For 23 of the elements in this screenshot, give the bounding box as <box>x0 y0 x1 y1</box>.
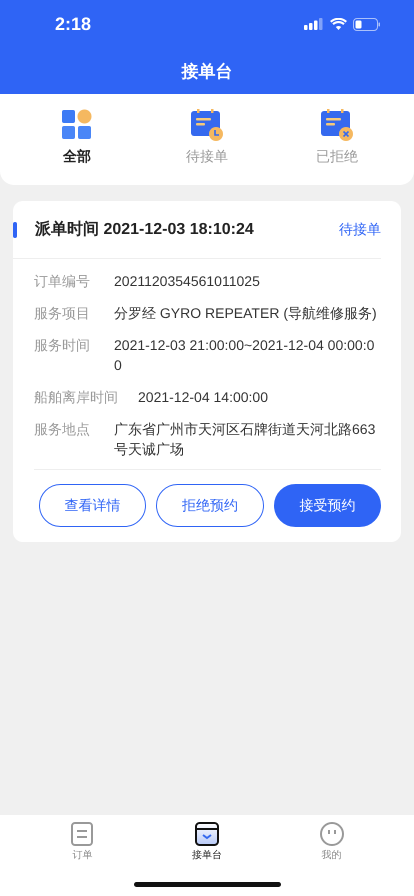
accept-button[interactable]: 接受预约 <box>274 484 381 527</box>
tab[interactable]: 已拒绝 <box>287 94 387 185</box>
field-label: 服务时间 <box>34 336 91 355</box>
field-value: 广东省广州市天河区石牌街道天河北路663号天诚广场 <box>114 420 376 459</box>
field-value: 2021120354561011025 <box>114 272 260 291</box>
field-label: 服务地点 <box>34 420 91 439</box>
dispatch-time: 派单时间 2021-12-03 18:10:24 <box>35 220 255 240</box>
page-title: 接单台 <box>182 60 232 82</box>
field-label: 船舶离岸时间 <box>34 388 118 407</box>
field-label: 服务项目 <box>34 304 91 323</box>
field-value: 2021-12-03 21:00:00~2021-12-04 00:00:00 <box>114 336 376 375</box>
order-status: 待接单 <box>339 220 381 238</box>
nav-item[interactable]: 我的 <box>292 815 372 896</box>
field-label: 订单编号 <box>34 272 91 291</box>
nav-item[interactable]: 订单 <box>42 815 122 896</box>
nav-item[interactable]: 接单台 <box>166 815 247 896</box>
tab[interactable]: 待接单 <box>157 94 257 185</box>
field-value: 分罗经 GYRO REPEATER (导航维修服务) <box>114 304 377 323</box>
status-time: 2:18 <box>55 14 92 34</box>
field-value: 2021-12-04 14:00:00 <box>138 388 268 407</box>
tab[interactable]: 全部 <box>27 94 127 185</box>
action-button[interactable]: 查看详情 <box>39 484 146 527</box>
action-button[interactable]: 拒绝预约 <box>156 484 264 527</box>
